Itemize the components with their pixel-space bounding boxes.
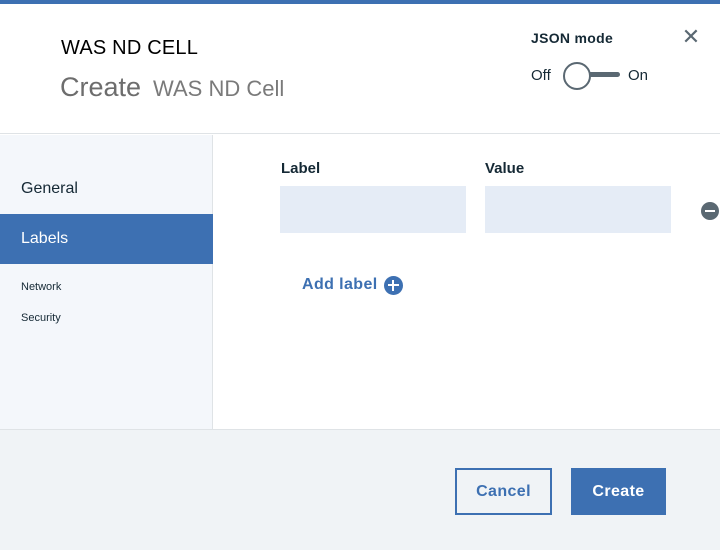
modal-heading: Create WAS ND Cell <box>60 72 284 103</box>
sidebar-item-network[interactable]: Network <box>0 278 213 296</box>
heading-verb: Create <box>60 72 142 102</box>
minus-circle-icon[interactable] <box>701 202 719 220</box>
heading-kind: WAS ND Cell <box>153 76 285 101</box>
sidebar-nav: General Labels Network Security <box>0 135 213 429</box>
plus-circle-icon <box>383 275 403 295</box>
modal-footer: Cancel Create <box>0 429 720 550</box>
label-column-header: Label <box>281 160 321 177</box>
label-input[interactable] <box>280 186 466 233</box>
add-label-button[interactable]: Add label <box>302 274 403 296</box>
close-icon[interactable]: ✕ <box>680 26 702 48</box>
sidebar-item-general[interactable]: General <box>0 169 213 209</box>
add-label-text: Add label <box>302 276 378 293</box>
toggle-on-label: On <box>628 67 649 84</box>
create-button[interactable]: Create <box>571 468 666 515</box>
sidebar-item-labels[interactable]: Labels <box>0 214 213 264</box>
json-mode-title: JSON mode <box>531 30 614 46</box>
toggle-off-label: Off <box>531 67 551 84</box>
labels-panel: Label Value Add label <box>214 135 720 429</box>
modal-label: WAS ND CELL <box>61 37 199 59</box>
value-column-header: Value <box>485 160 525 177</box>
json-mode-toggle[interactable] <box>563 62 591 90</box>
modal-header: WAS ND CELL Create WAS ND Cell JSON mode … <box>0 4 720 134</box>
value-input[interactable] <box>485 186 671 233</box>
sidebar-item-security[interactable]: Security <box>0 309 213 327</box>
cancel-button[interactable]: Cancel <box>455 468 552 515</box>
